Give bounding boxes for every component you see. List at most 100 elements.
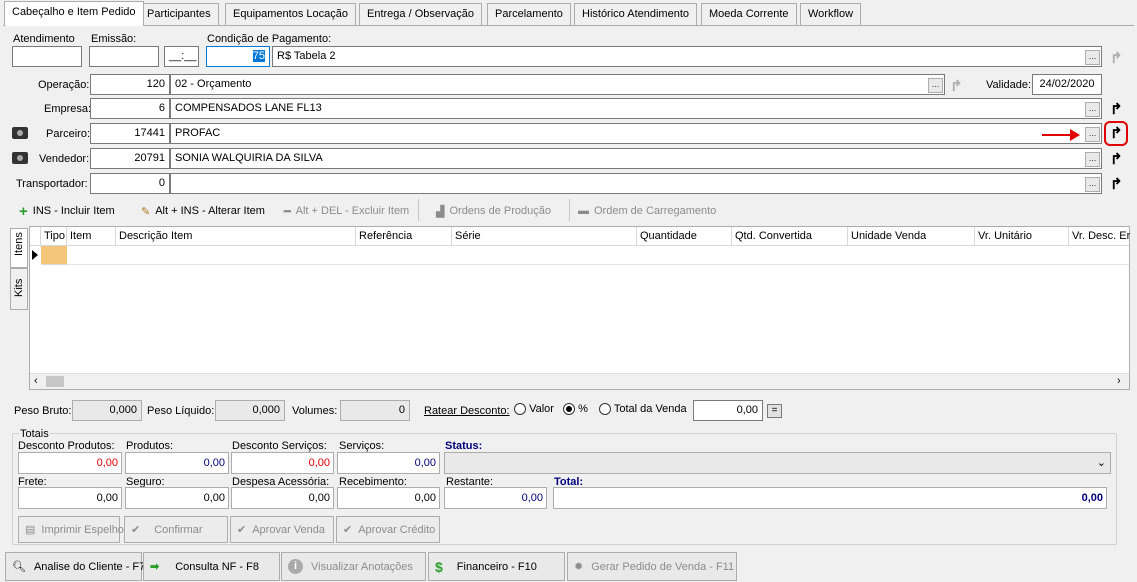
tab-equipamentos[interactable]: Equipamentos Locação [225, 3, 356, 25]
col-header[interactable]: Item [67, 227, 116, 246]
desconto-servicos-field: 0,00 [231, 452, 334, 474]
radio-total-venda[interactable]: Total da Venda [599, 403, 687, 416]
aprovar-venda-button[interactable]: ✔ Aprovar Venda [230, 516, 334, 543]
col-header[interactable]: Vr. Desc. Er [1069, 227, 1130, 246]
excluir-item-button[interactable]: ━ Alt + DEL - Excluir Item [284, 201, 409, 221]
tab-participantes[interactable]: Participantes [139, 3, 219, 25]
status-select[interactable]: ⌄ [444, 452, 1111, 474]
tab-historico[interactable]: Histórico Atendimento [574, 3, 697, 25]
ratear-value-input[interactable]: 0,00 [693, 400, 763, 421]
horizontal-scrollbar[interactable]: ‹ › [30, 373, 1129, 389]
col-header[interactable]: Unidade Venda [848, 227, 975, 246]
col-header[interactable]: Qtd. Convertida [732, 227, 848, 246]
plus-icon: + [19, 202, 28, 220]
atendimento-input[interactable] [12, 46, 82, 67]
imprimir-espelho-button[interactable]: ▤ Imprimir Espelho [18, 516, 124, 543]
col-header[interactable]: Vr. Unitário [975, 227, 1069, 246]
tab-parcelamento[interactable]: Parcelamento [487, 3, 571, 25]
selected-cell[interactable] [41, 246, 67, 265]
col-header[interactable]: Descrição Item [116, 227, 356, 246]
col-header[interactable]: Quantidade [637, 227, 732, 246]
scroll-left-icon[interactable]: ‹ [34, 375, 38, 387]
volumes-label: Volumes: [292, 405, 338, 417]
operacao-label: Operação: [38, 79, 90, 91]
visualizar-anotacoes-button[interactable]: i Visualizar Anotações [281, 552, 426, 581]
transportador-goto-icon[interactable]: ↱ [1110, 175, 1123, 193]
frete-field[interactable]: 0,00 [18, 487, 122, 509]
seguro-field[interactable]: 0,00 [125, 487, 229, 509]
table-row[interactable] [67, 246, 1129, 265]
apply-ratear-button[interactable]: = [767, 404, 782, 418]
search-icon: 🔍︎ [12, 561, 26, 573]
recebimento-field: 0,00 [337, 487, 440, 509]
empresa-goto-icon[interactable]: ↱ [1110, 100, 1123, 118]
emissao-label: Emissão: [91, 33, 137, 45]
empresa-code-input[interactable]: 6 [90, 98, 170, 119]
financeiro-button[interactable]: $ Financeiro - F10 [428, 552, 565, 581]
emissao-time-input[interactable]: __:__ [164, 46, 199, 67]
aprovar-credito-button[interactable]: ✔ Aprovar Crédito [336, 516, 440, 543]
radio-valor-label: Valor [529, 403, 554, 415]
radio-valor[interactable]: Valor [514, 403, 554, 416]
col-header[interactable]: Série [452, 227, 637, 246]
vendedor-goto-icon[interactable]: ↱ [1110, 150, 1123, 168]
vendedor-lookup-button[interactable]: ... [1085, 152, 1100, 167]
aprovar-venda-label: Aprovar Venda [252, 523, 325, 536]
factory-icon: ▟ [436, 205, 445, 218]
parceiro-goto-icon[interactable]: ↱ [1110, 124, 1123, 142]
toolbar-divider-2 [569, 199, 570, 221]
operacao-goto-icon[interactable]: ↱ [950, 77, 963, 95]
toolbar-divider [418, 199, 419, 221]
produtos-label: Produtos: [126, 440, 174, 452]
emissao-date-input[interactable] [89, 46, 159, 67]
ordem-carregamento-label: Ordem de Carregamento [594, 205, 717, 217]
items-grid[interactable]: Tipo Item Descrição Item Referência Séri… [29, 226, 1130, 390]
radio-total-circle[interactable] [599, 403, 611, 416]
col-header[interactable]: Referência [356, 227, 452, 246]
analise-cliente-button[interactable]: 🔍︎ Analise do Cliente - F7 [5, 552, 145, 581]
transportador-code-input[interactable]: 0 [90, 173, 170, 194]
parceiro-label: Parceiro: [46, 128, 91, 140]
parceiro-camera-icon[interactable] [12, 127, 28, 139]
ordem-carregamento-button[interactable]: ▬ Ordem de Carregamento [578, 201, 716, 221]
visualizar-anotacoes-label: Visualizar Anotações [311, 560, 413, 573]
tab-moeda[interactable]: Moeda Corrente [701, 3, 797, 25]
radio-percent[interactable]: % [563, 403, 588, 416]
condicao-code-input[interactable]: 75 [206, 46, 270, 67]
condicao-lookup-button[interactable]: ... [1085, 50, 1100, 65]
validade-label: Validade: [986, 79, 1032, 91]
empresa-lookup-button[interactable]: ... [1085, 102, 1100, 117]
side-tab-kits[interactable]: Kits [10, 268, 28, 310]
aprovar-credito-label: Aprovar Crédito [358, 523, 436, 536]
radio-valor-circle[interactable] [514, 403, 526, 416]
totais-title: Totais [19, 428, 50, 440]
condicao-goto-icon[interactable]: ↱ [1110, 49, 1123, 67]
despesa-field[interactable]: 0,00 [231, 487, 334, 509]
tab-entrega[interactable]: Entrega / Observação [359, 3, 483, 25]
parceiro-code-input[interactable]: 17441 [90, 123, 170, 144]
volumes-field: 0 [340, 400, 410, 421]
radio-percent-circle[interactable] [563, 403, 575, 416]
operacao-code-input[interactable]: 120 [90, 74, 170, 95]
alterar-item-button[interactable]: ✎ Alt + INS - Alterar Item [141, 201, 265, 221]
consulta-nf-button[interactable]: ➡ Consulta NF - F8 [143, 552, 280, 581]
tab-cabecalho[interactable]: Cabeçalho e Item Pedido [4, 1, 144, 26]
vendedor-code-input[interactable]: 20791 [90, 148, 170, 169]
scroll-right-icon[interactable]: › [1117, 375, 1121, 387]
operacao-lookup-button[interactable]: ... [928, 78, 943, 93]
row-indicator-icon [32, 250, 38, 260]
gerar-pedido-button[interactable]: ✹ Gerar Pedido de Venda - F11 [567, 552, 737, 581]
vendedor-camera-icon[interactable] [12, 152, 28, 164]
col-header[interactable]: Tipo [41, 227, 67, 246]
imprimir-espelho-label: Imprimir Espelho [41, 523, 124, 536]
confirmar-button[interactable]: ✔ Confirmar [124, 516, 228, 543]
side-tab-itens[interactable]: Itens [10, 228, 28, 268]
ordens-producao-button[interactable]: ▟ Ordens de Produção [436, 201, 551, 221]
transportador-lookup-button[interactable]: ... [1085, 177, 1100, 192]
incluir-item-button[interactable]: + INS - Incluir Item [19, 201, 115, 221]
tab-workflow[interactable]: Workflow [800, 3, 862, 25]
parceiro-desc-field: PROFAC [170, 123, 1102, 144]
validade-input[interactable]: 24/02/2020 [1032, 74, 1102, 95]
scroll-thumb[interactable] [46, 376, 64, 387]
parceiro-lookup-button[interactable]: ... [1085, 127, 1100, 142]
